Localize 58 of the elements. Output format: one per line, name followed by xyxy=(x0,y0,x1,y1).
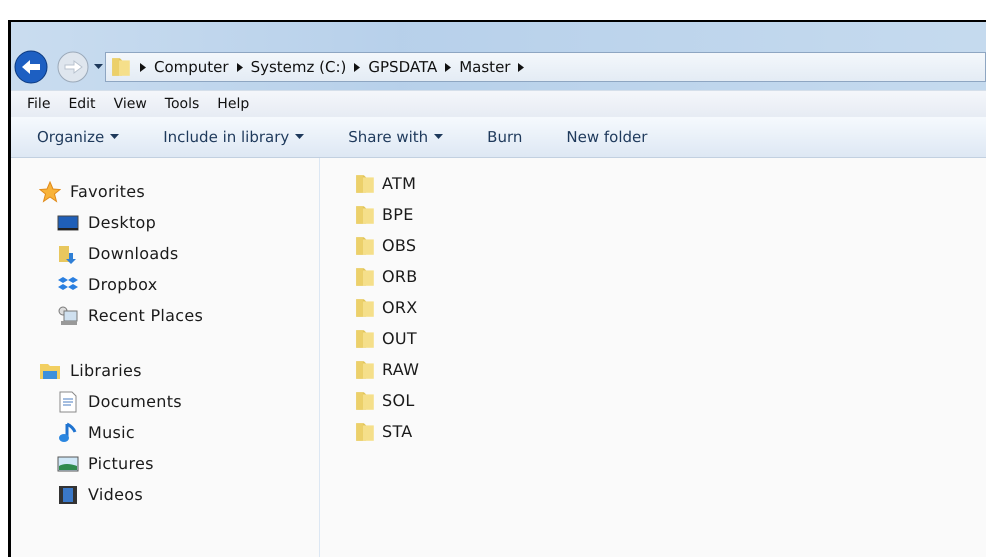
nav-item[interactable]: Downloads xyxy=(88,244,179,263)
nav-group-label[interactable]: Libraries xyxy=(70,361,142,380)
breadcrumb-item[interactable]: GPSDATA xyxy=(368,58,438,76)
film-icon xyxy=(57,484,79,506)
folder-icon xyxy=(354,358,376,380)
folder-name[interactable]: ATM xyxy=(382,174,416,193)
music-note-icon xyxy=(57,422,79,444)
chevron-icon[interactable] xyxy=(354,62,360,72)
nav-group-label[interactable]: Favorites xyxy=(70,182,145,201)
nav-item[interactable]: Documents xyxy=(88,392,182,411)
folder-icon xyxy=(354,328,376,350)
toolbar-button[interactable]: Organize xyxy=(27,124,130,150)
nav-item[interactable]: Dropbox xyxy=(88,275,158,294)
folder-name[interactable]: ORB xyxy=(382,267,418,286)
toolbar-button[interactable]: Include in library xyxy=(153,124,314,150)
menu-item[interactable]: Help xyxy=(209,96,258,112)
nav-item[interactable]: Music xyxy=(88,423,136,442)
breadcrumb-item[interactable]: Systemz (C:) xyxy=(250,58,346,76)
toolbar-button[interactable]: Burn xyxy=(477,124,532,150)
folder-icon xyxy=(110,56,132,78)
nav-item[interactable]: Desktop xyxy=(88,213,156,232)
document-icon xyxy=(57,390,79,412)
chevron-icon[interactable] xyxy=(236,62,243,72)
breadcrumb-item[interactable]: Computer xyxy=(154,58,229,76)
folder-name[interactable]: BPE xyxy=(382,205,414,224)
menu-item[interactable]: View xyxy=(106,96,155,112)
folder-icon xyxy=(354,172,376,194)
recent-places-icon xyxy=(57,304,79,326)
chevron-icon[interactable] xyxy=(518,62,524,72)
folder-name[interactable]: OUT xyxy=(382,329,417,348)
nav-item[interactable]: Videos xyxy=(88,485,143,504)
caret-icon xyxy=(94,64,103,70)
caret-icon xyxy=(295,134,304,140)
folder-icon xyxy=(354,234,376,256)
folder-icon xyxy=(354,390,376,412)
folder-name[interactable]: SOL xyxy=(382,391,415,410)
nav-item[interactable]: Recent Places xyxy=(88,306,204,325)
folder-name[interactable]: STA xyxy=(382,422,413,441)
caret-icon xyxy=(110,134,120,140)
folder-name[interactable]: OBS xyxy=(382,236,416,255)
chevron-icon[interactable] xyxy=(140,62,146,72)
caret-icon xyxy=(434,134,444,140)
nav-item[interactable]: Pictures xyxy=(88,454,154,473)
chevron-icon[interactable] xyxy=(445,62,452,72)
folder-icon xyxy=(354,266,376,288)
toolbar-button[interactable]: New folder xyxy=(556,124,658,150)
folder-icon xyxy=(354,204,376,226)
menu-item[interactable]: Edit xyxy=(60,96,104,112)
menu-item[interactable]: Tools xyxy=(156,96,208,112)
breadcrumb-item[interactable]: Master xyxy=(459,58,510,76)
toolbar-button[interactable]: Share with xyxy=(338,124,454,150)
folder-icon xyxy=(354,420,376,442)
address-bar[interactable]: Computer Systemz (C:) GPSDATA Master xyxy=(105,52,986,82)
folder-name[interactable]: RAW xyxy=(382,360,420,379)
folder-icon xyxy=(354,296,376,318)
menu-item[interactable]: File xyxy=(19,96,58,112)
star-icon xyxy=(39,180,61,202)
folder-name[interactable]: ORX xyxy=(382,298,418,317)
